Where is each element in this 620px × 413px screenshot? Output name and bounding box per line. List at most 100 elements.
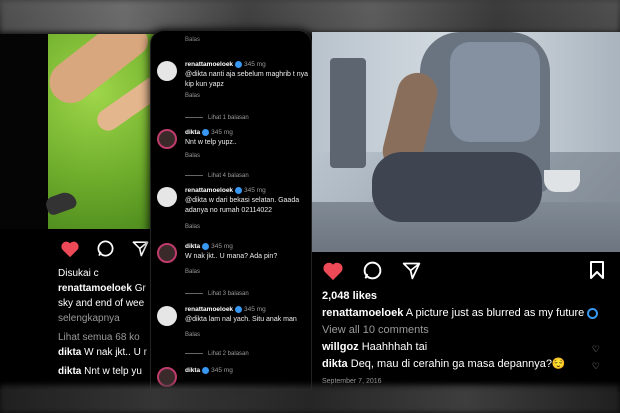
right-post-actions — [322, 260, 422, 281]
photo-tank-top — [450, 42, 540, 142]
comment-user[interactable]: dikta — [185, 243, 200, 250]
comment-header: renattamoeloek 345 mg — [185, 187, 266, 194]
verified-badge-icon — [202, 243, 210, 250]
avatar[interactable] — [157, 243, 177, 263]
comment-thread-screenshot: Balas renattamoeloek 345 mg @dikta nanti … — [150, 30, 312, 390]
right-caption: renattamoeloek A picture just as blurred… — [322, 305, 612, 322]
left-comment-user[interactable]: dikta — [58, 366, 81, 377]
comment-user[interactable]: renattamoeloek — [185, 306, 233, 313]
comment-item: dikta 345 mg W nak jkt.. U mana? Ada pin?… — [157, 243, 311, 288]
left-caption-user[interactable]: renattamoeloek — [58, 283, 132, 294]
comment-header: dikta 345 mg — [185, 129, 233, 136]
left-more-link[interactable]: selengkapnya — [58, 311, 165, 326]
left-post-actions — [60, 239, 150, 258]
comment-user[interactable]: renattamoeloek — [185, 61, 233, 68]
right-caption-text: A picture just as blurred as my future — [405, 307, 585, 319]
comment-header: renattamoeloek 345 mg — [185, 306, 266, 313]
reply-link[interactable]: Balas — [185, 269, 200, 275]
right-likes[interactable]: 2,048 likes — [322, 288, 612, 305]
view-replies-link[interactable]: Lihat 1 balasan — [185, 115, 249, 121]
comment-item: renattamoeloek 345 mg @dikta w dari bekas… — [157, 187, 311, 237]
view-replies-link[interactable]: Lihat 3 balasan — [185, 291, 249, 297]
left-caption: renattamoeloek Gr — [58, 281, 165, 296]
right-post-text: 2,048 likes renattamoeloek A picture jus… — [322, 288, 612, 390]
right-view-all-comments[interactable]: View all 10 comments — [322, 322, 612, 339]
share-icon[interactable] — [131, 239, 150, 258]
heart-icon[interactable] — [60, 240, 80, 258]
heart-icon[interactable] — [322, 261, 344, 281]
avatar[interactable] — [157, 367, 177, 387]
comment-item: renattamoeloek 345 mg @dikta lam nal yach… — [157, 306, 311, 351]
right-post-photo — [312, 32, 620, 252]
comment-text: @dikta w dari bekasi selatan. Gaada adan… — [185, 197, 300, 214]
comment-like-heart-icon[interactable]: ♡ — [592, 358, 600, 375]
right-caption-user[interactable]: renattamoeloek — [322, 307, 403, 319]
reply-link[interactable]: Balas — [185, 153, 200, 159]
comment-user[interactable]: dikta — [185, 129, 200, 136]
comment-time: 345 mg — [244, 187, 266, 195]
comment-text: W nak jkt.. U mana? Ada pin? — [185, 253, 278, 260]
left-comment-user[interactable]: dikta — [58, 347, 81, 358]
top-reply-link[interactable]: Balas — [185, 37, 200, 43]
comment-text: Nnt w telp yupz.. — [185, 139, 237, 146]
comment-time: 345 mg — [211, 367, 233, 375]
right-comment-text: Haahhhah tai — [361, 341, 428, 353]
left-post: Disukai c renattamoeloek Gr sky and end … — [0, 34, 165, 389]
comment-item: dikta 345 mg Nnt w telp yupz.. Balas — [157, 129, 311, 171]
photo-stool — [330, 58, 366, 168]
reply-link[interactable]: Balas — [185, 224, 200, 230]
share-icon[interactable] — [401, 260, 422, 281]
left-post-text: Disukai c renattamoeloek Gr sky and end … — [58, 266, 165, 379]
comment-time: 345 mg — [211, 129, 233, 137]
verified-badge-icon — [202, 129, 210, 136]
comment-user[interactable]: renattamoeloek — [185, 187, 233, 194]
view-replies-link[interactable]: Lihat 2 balasan — [185, 351, 249, 357]
bookmark-icon[interactable] — [588, 260, 606, 280]
blurred-top-background — [0, 0, 620, 32]
right-comment: willgoz Haahhhah tai ♡ — [322, 339, 612, 356]
comment-icon[interactable] — [96, 239, 115, 258]
blurred-bottom-background — [0, 385, 620, 413]
photo-cup — [544, 170, 580, 192]
left-caption-line2: sky and end of wee — [58, 298, 145, 309]
left-view-all-comments[interactable]: Lihat semua 68 ko — [58, 330, 165, 345]
avatar[interactable] — [157, 129, 177, 149]
verified-badge-icon — [235, 187, 243, 194]
view-replies-text: Lihat 2 balasan — [208, 351, 249, 357]
comment-header: dikta 345 mg — [185, 243, 233, 250]
left-comment: dikta Nnt w telp yu — [58, 364, 165, 379]
comment-text: @dikta nanti aja sebelum maghrib t nya k… — [185, 71, 309, 88]
reply-link[interactable]: Balas — [185, 332, 200, 338]
right-comment-text: Deq, mau di cerahin ga masa depannya?😌 — [350, 358, 566, 370]
view-replies-text: Lihat 4 balasan — [208, 173, 249, 179]
instagram-collage: Disukai c renattamoeloek Gr sky and end … — [0, 0, 620, 413]
left-comment-text: W nak jkt.. U r — [84, 347, 147, 358]
avatar[interactable] — [157, 61, 177, 81]
view-replies-text: Lihat 3 balasan — [208, 291, 249, 297]
view-replies-link[interactable]: Lihat 4 balasan — [185, 173, 249, 179]
photo-legs — [372, 152, 542, 222]
left-comment: dikta W nak jkt.. U r — [58, 345, 165, 360]
view-replies-text: Lihat 1 balasan — [208, 115, 249, 121]
comment-header: dikta 345 mg — [185, 367, 233, 374]
right-comment: dikta Deq, mau di cerahin ga masa depann… — [322, 356, 612, 373]
avatar[interactable] — [157, 187, 177, 207]
comment-icon[interactable] — [362, 260, 383, 281]
verified-badge-icon — [202, 367, 210, 374]
left-comment-text: Nnt w telp yu — [84, 366, 142, 377]
right-comment-user[interactable]: dikta — [322, 358, 348, 370]
blue-circle-emoji-icon — [587, 307, 599, 319]
right-comment-user[interactable]: willgoz — [322, 341, 359, 353]
comment-time: 345 mg — [211, 243, 233, 251]
left-likes: Disukai c — [58, 268, 99, 279]
verified-badge-icon — [235, 306, 243, 313]
comment-text: @dikta lam nal yach. Situ anak man — [185, 316, 297, 323]
avatar[interactable] — [157, 306, 177, 326]
reply-link[interactable]: Balas — [185, 93, 200, 99]
comment-header: renattamoeloek 345 mg — [185, 61, 266, 68]
comment-time: 345 mg — [244, 306, 266, 314]
verified-badge-icon — [235, 61, 243, 68]
comment-user[interactable]: dikta — [185, 367, 200, 374]
comment-time: 345 mg — [244, 61, 266, 69]
left-photo-shadow — [0, 34, 48, 229]
